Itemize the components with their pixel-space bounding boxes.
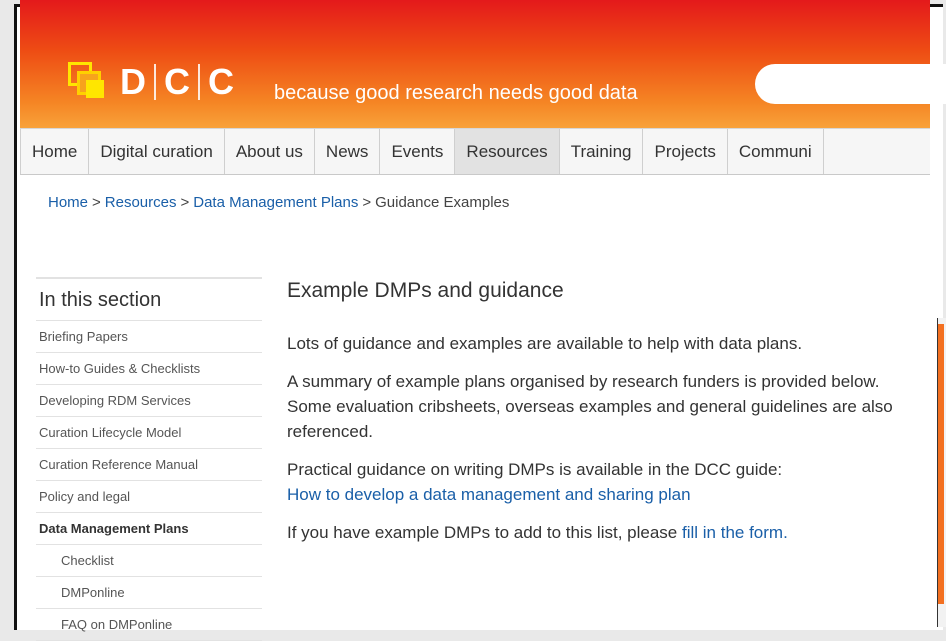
nav-item-resources[interactable]: Resources <box>455 129 560 174</box>
section-sidebar: In this section Briefing Papers How-to G… <box>36 277 262 641</box>
logo-letters: D C C <box>112 64 242 100</box>
sidebar-title: In this section <box>36 277 262 321</box>
breadcrumb-separator: > <box>180 194 190 211</box>
guidance-paragraph: Practical guidance on writing DMPs is av… <box>287 457 917 507</box>
contribute-paragraph: If you have example DMPs to add to this … <box>287 520 917 545</box>
nav-item-community[interactable]: Communi <box>728 129 824 174</box>
nav-item-home[interactable]: Home <box>20 129 90 174</box>
intro-paragraph: Lots of guidance and examples are availa… <box>287 334 803 353</box>
sidebar-item-curation-reference-manual[interactable]: Curation Reference Manual <box>36 449 262 481</box>
fill-form-link[interactable]: fill in the form. <box>682 523 788 542</box>
side-panel-edge <box>937 318 946 627</box>
site-tagline: because good research needs good data <box>274 82 638 104</box>
page-title: Example DMPs and guidance <box>287 279 564 302</box>
sidebar-item-policy-and-legal[interactable]: Policy and legal <box>36 481 262 513</box>
nav-item-about-us[interactable]: About us <box>225 129 315 174</box>
sidebar-item-how-to-guides[interactable]: How-to Guides & Checklists <box>36 353 262 385</box>
dcc-logo-icon <box>68 62 108 102</box>
side-panel-tab[interactable] <box>938 324 944 604</box>
dmp-guide-link[interactable]: How to develop a data management and sha… <box>287 485 691 504</box>
summary-paragraph: A summary of example plans organised by … <box>287 372 893 441</box>
search-input[interactable] <box>755 64 946 104</box>
sidebar-subitem-dmponline[interactable]: DMPonline <box>36 577 262 609</box>
site-header: D C C because good research needs good d… <box>20 0 946 128</box>
breadcrumb: Home > Resources > Data Management Plans > Gui… <box>48 194 509 211</box>
contribute-text: If you have example DMPs to add to this … <box>287 523 682 542</box>
nav-item-training[interactable]: Training <box>560 129 644 174</box>
breadcrumb-home[interactable]: Home <box>48 194 88 211</box>
nav-item-digital-curation[interactable]: Digital curation <box>89 129 225 174</box>
sidebar-subitem-checklist[interactable]: Checklist <box>36 545 262 577</box>
breadcrumb-current: Guidance Examples <box>375 194 510 211</box>
breadcrumb-data-management-plans[interactable]: Data Management Plans <box>193 194 358 211</box>
breadcrumb-separator: > <box>362 194 372 211</box>
sidebar-item-developing-rdm-services[interactable]: Developing RDM Services <box>36 385 262 417</box>
breadcrumb-separator: > <box>92 194 101 211</box>
logo-letter: C <box>198 64 242 100</box>
main-nav: Home Digital curation About us News Even… <box>20 128 930 175</box>
sidebar-subitem-faq-dmponline[interactable]: FAQ on DMPonline <box>36 609 262 641</box>
nav-item-events[interactable]: Events <box>380 129 456 174</box>
guidance-text: Practical guidance on writing DMPs is av… <box>287 460 783 479</box>
breadcrumb-resources[interactable]: Resources <box>105 194 177 211</box>
sidebar-item-data-management-plans[interactable]: Data Management Plans <box>36 513 262 545</box>
sidebar-item-curation-lifecycle-model[interactable]: Curation Lifecycle Model <box>36 417 262 449</box>
logo-letter: D <box>120 61 146 102</box>
main-content: Example DMPs and guidance Lots of guidan… <box>287 279 917 558</box>
nav-item-news[interactable]: News <box>315 129 381 174</box>
sidebar-item-briefing-papers[interactable]: Briefing Papers <box>36 321 262 353</box>
dcc-logo[interactable]: D C C <box>68 62 242 102</box>
nav-item-projects[interactable]: Projects <box>643 129 728 174</box>
logo-letter: C <box>154 64 198 100</box>
